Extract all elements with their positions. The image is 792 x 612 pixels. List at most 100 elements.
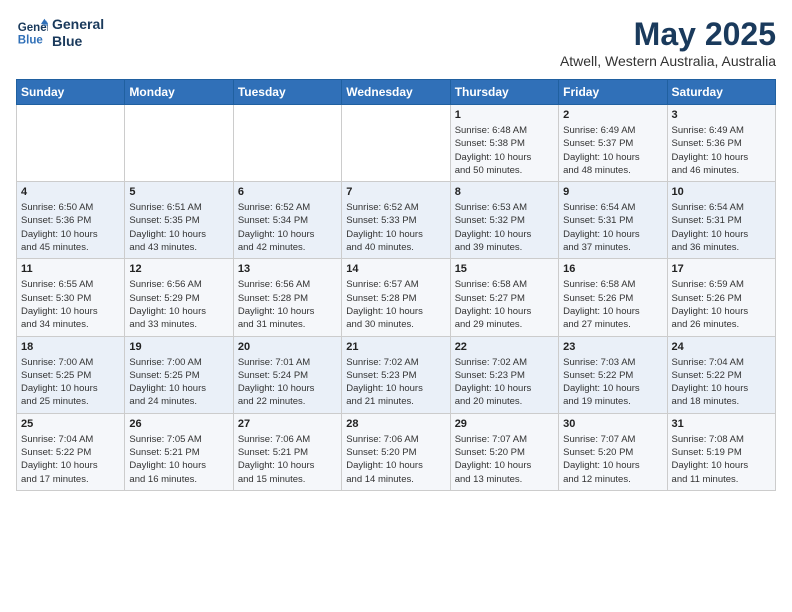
weekday-header-sunday: Sunday xyxy=(17,80,125,105)
calendar-cell: 9 Sunrise: 6:54 AM Sunset: 5:31 PM Daylig… xyxy=(559,182,667,259)
day-number: 1 xyxy=(455,109,554,121)
calendar-cell: 5 Sunrise: 6:51 AM Sunset: 5:35 PM Daylig… xyxy=(125,182,233,259)
logo-text-blue: Blue xyxy=(52,33,104,50)
calendar-cell: 8Sunrise: 6:53 AM Sunset: 5:32 PM Daylig… xyxy=(450,182,558,259)
calendar-cell: 29 Sunrise: 7:07 AM Sunset: 5:20 PM Dayli… xyxy=(450,413,558,490)
weekday-header-wednesday: Wednesday xyxy=(342,80,450,105)
calendar-cell: 25 Sunrise: 7:04 AM Sunset: 5:22 PM Dayli… xyxy=(17,413,125,490)
day-info: Sunrise: 7:00 AM Sunset: 5:25 PM Dayligh… xyxy=(129,356,228,409)
day-number: 18 xyxy=(21,341,120,353)
day-info: Sunrise: 7:06 AM Sunset: 5:21 PM Dayligh… xyxy=(238,433,337,486)
day-number: 10 xyxy=(672,186,771,198)
day-info: Sunrise: 7:00 AM Sunset: 5:25 PM Dayligh… xyxy=(21,356,120,409)
day-info: Sunrise: 6:48 AM Sunset: 5:38 PM Dayligh… xyxy=(455,124,554,177)
day-info: Sunrise: 7:04 AM Sunset: 5:22 PM Dayligh… xyxy=(21,433,120,486)
calendar-cell: 11Sunrise: 6:55 AM Sunset: 5:30 PM Dayli… xyxy=(17,259,125,336)
calendar-week-4: 18 Sunrise: 7:00 AM Sunset: 5:25 PM Dayli… xyxy=(17,336,776,413)
day-number: 21 xyxy=(346,341,445,353)
weekday-header-thursday: Thursday xyxy=(450,80,558,105)
calendar-cell: 22Sunrise: 7:02 AM Sunset: 5:23 PM Dayli… xyxy=(450,336,558,413)
day-number: 28 xyxy=(346,418,445,430)
calendar-cell xyxy=(125,105,233,182)
day-number: 29 xyxy=(455,418,554,430)
day-info: Sunrise: 7:07 AM Sunset: 5:20 PM Dayligh… xyxy=(563,433,662,486)
calendar-week-3: 11Sunrise: 6:55 AM Sunset: 5:30 PM Dayli… xyxy=(17,259,776,336)
day-number: 13 xyxy=(238,263,337,275)
day-info: Sunrise: 7:08 AM Sunset: 5:19 PM Dayligh… xyxy=(672,433,771,486)
calendar-body: 1 Sunrise: 6:48 AM Sunset: 5:38 PM Daylig… xyxy=(17,105,776,491)
day-number: 2 xyxy=(563,109,662,121)
day-number: 14 xyxy=(346,263,445,275)
calendar-cell: 31 Sunrise: 7:08 AM Sunset: 5:19 PM Dayli… xyxy=(667,413,775,490)
day-info: Sunrise: 7:06 AM Sunset: 5:20 PM Dayligh… xyxy=(346,433,445,486)
logo-icon: General Blue xyxy=(16,17,48,49)
day-info: Sunrise: 6:52 AM Sunset: 5:33 PM Dayligh… xyxy=(346,201,445,254)
calendar-week-5: 25 Sunrise: 7:04 AM Sunset: 5:22 PM Dayli… xyxy=(17,413,776,490)
day-info: Sunrise: 7:02 AM Sunset: 5:23 PM Dayligh… xyxy=(455,356,554,409)
day-number: 15 xyxy=(455,263,554,275)
day-info: Sunrise: 7:05 AM Sunset: 5:21 PM Dayligh… xyxy=(129,433,228,486)
day-number: 8 xyxy=(455,186,554,198)
day-number: 20 xyxy=(238,341,337,353)
day-info: Sunrise: 6:52 AM Sunset: 5:34 PM Dayligh… xyxy=(238,201,337,254)
calendar-cell: 21 Sunrise: 7:02 AM Sunset: 5:23 PM Dayli… xyxy=(342,336,450,413)
logo-text-general: General xyxy=(52,16,104,33)
calendar-cell: 15 Sunrise: 6:58 AM Sunset: 5:27 PM Dayli… xyxy=(450,259,558,336)
calendar-cell: 1 Sunrise: 6:48 AM Sunset: 5:38 PM Daylig… xyxy=(450,105,558,182)
calendar-cell: 30 Sunrise: 7:07 AM Sunset: 5:20 PM Dayli… xyxy=(559,413,667,490)
day-number: 17 xyxy=(672,263,771,275)
logo: General Blue General Blue xyxy=(16,16,104,50)
calendar-cell: 4 Sunrise: 6:50 AM Sunset: 5:36 PM Daylig… xyxy=(17,182,125,259)
day-number: 6 xyxy=(238,186,337,198)
calendar-cell: 3 Sunrise: 6:49 AM Sunset: 5:36 PM Daylig… xyxy=(667,105,775,182)
day-number: 25 xyxy=(21,418,120,430)
calendar-cell: 13Sunrise: 6:56 AM Sunset: 5:28 PM Dayli… xyxy=(233,259,341,336)
calendar-cell: 6 Sunrise: 6:52 AM Sunset: 5:34 PM Daylig… xyxy=(233,182,341,259)
day-number: 16 xyxy=(563,263,662,275)
day-info: Sunrise: 6:49 AM Sunset: 5:36 PM Dayligh… xyxy=(672,124,771,177)
calendar-cell: 26 Sunrise: 7:05 AM Sunset: 5:21 PM Dayli… xyxy=(125,413,233,490)
day-number: 9 xyxy=(563,186,662,198)
calendar-table: SundayMondayTuesdayWednesdayThursdayFrid… xyxy=(16,79,776,491)
day-number: 31 xyxy=(672,418,771,430)
day-info: Sunrise: 6:58 AM Sunset: 5:26 PM Dayligh… xyxy=(563,278,662,331)
weekday-header-friday: Friday xyxy=(559,80,667,105)
weekday-header-tuesday: Tuesday xyxy=(233,80,341,105)
day-info: Sunrise: 6:57 AM Sunset: 5:28 PM Dayligh… xyxy=(346,278,445,331)
calendar-week-2: 4 Sunrise: 6:50 AM Sunset: 5:36 PM Daylig… xyxy=(17,182,776,259)
calendar-cell: 19Sunrise: 7:00 AM Sunset: 5:25 PM Dayli… xyxy=(125,336,233,413)
calendar-cell: 10 Sunrise: 6:54 AM Sunset: 5:31 PM Dayli… xyxy=(667,182,775,259)
day-number: 12 xyxy=(129,263,228,275)
day-info: Sunrise: 7:03 AM Sunset: 5:22 PM Dayligh… xyxy=(563,356,662,409)
day-number: 5 xyxy=(129,186,228,198)
calendar-cell xyxy=(233,105,341,182)
day-info: Sunrise: 6:51 AM Sunset: 5:35 PM Dayligh… xyxy=(129,201,228,254)
svg-text:Blue: Blue xyxy=(18,34,44,46)
day-info: Sunrise: 6:50 AM Sunset: 5:36 PM Dayligh… xyxy=(21,201,120,254)
day-info: Sunrise: 6:55 AM Sunset: 5:30 PM Dayligh… xyxy=(21,278,120,331)
day-number: 23 xyxy=(563,341,662,353)
calendar-cell: 24Sunrise: 7:04 AM Sunset: 5:22 PM Dayli… xyxy=(667,336,775,413)
day-info: Sunrise: 6:58 AM Sunset: 5:27 PM Dayligh… xyxy=(455,278,554,331)
day-number: 26 xyxy=(129,418,228,430)
day-number: 3 xyxy=(672,109,771,121)
day-info: Sunrise: 7:07 AM Sunset: 5:20 PM Dayligh… xyxy=(455,433,554,486)
day-info: Sunrise: 7:04 AM Sunset: 5:22 PM Dayligh… xyxy=(672,356,771,409)
day-info: Sunrise: 7:01 AM Sunset: 5:24 PM Dayligh… xyxy=(238,356,337,409)
calendar-cell: 16 Sunrise: 6:58 AM Sunset: 5:26 PM Dayli… xyxy=(559,259,667,336)
calendar-cell: 2Sunrise: 6:49 AM Sunset: 5:37 PM Daylig… xyxy=(559,105,667,182)
page-header: General Blue General Blue May 2025 Atwel… xyxy=(16,16,776,69)
calendar-cell xyxy=(342,105,450,182)
title-block: May 2025 Atwell, Western Australia, Aust… xyxy=(560,16,776,69)
day-info: Sunrise: 7:02 AM Sunset: 5:23 PM Dayligh… xyxy=(346,356,445,409)
day-number: 4 xyxy=(21,186,120,198)
calendar-cell: 28 Sunrise: 7:06 AM Sunset: 5:20 PM Dayli… xyxy=(342,413,450,490)
calendar-cell: 12Sunrise: 6:56 AM Sunset: 5:29 PM Dayli… xyxy=(125,259,233,336)
day-info: Sunrise: 6:59 AM Sunset: 5:26 PM Dayligh… xyxy=(672,278,771,331)
calendar-header: SundayMondayTuesdayWednesdayThursdayFrid… xyxy=(17,80,776,105)
day-number: 30 xyxy=(563,418,662,430)
day-info: Sunrise: 6:54 AM Sunset: 5:31 PM Dayligh… xyxy=(563,201,662,254)
calendar-subtitle: Atwell, Western Australia, Australia xyxy=(560,53,776,69)
day-info: Sunrise: 6:54 AM Sunset: 5:31 PM Dayligh… xyxy=(672,201,771,254)
calendar-cell: 23 Sunrise: 7:03 AM Sunset: 5:22 PM Dayli… xyxy=(559,336,667,413)
